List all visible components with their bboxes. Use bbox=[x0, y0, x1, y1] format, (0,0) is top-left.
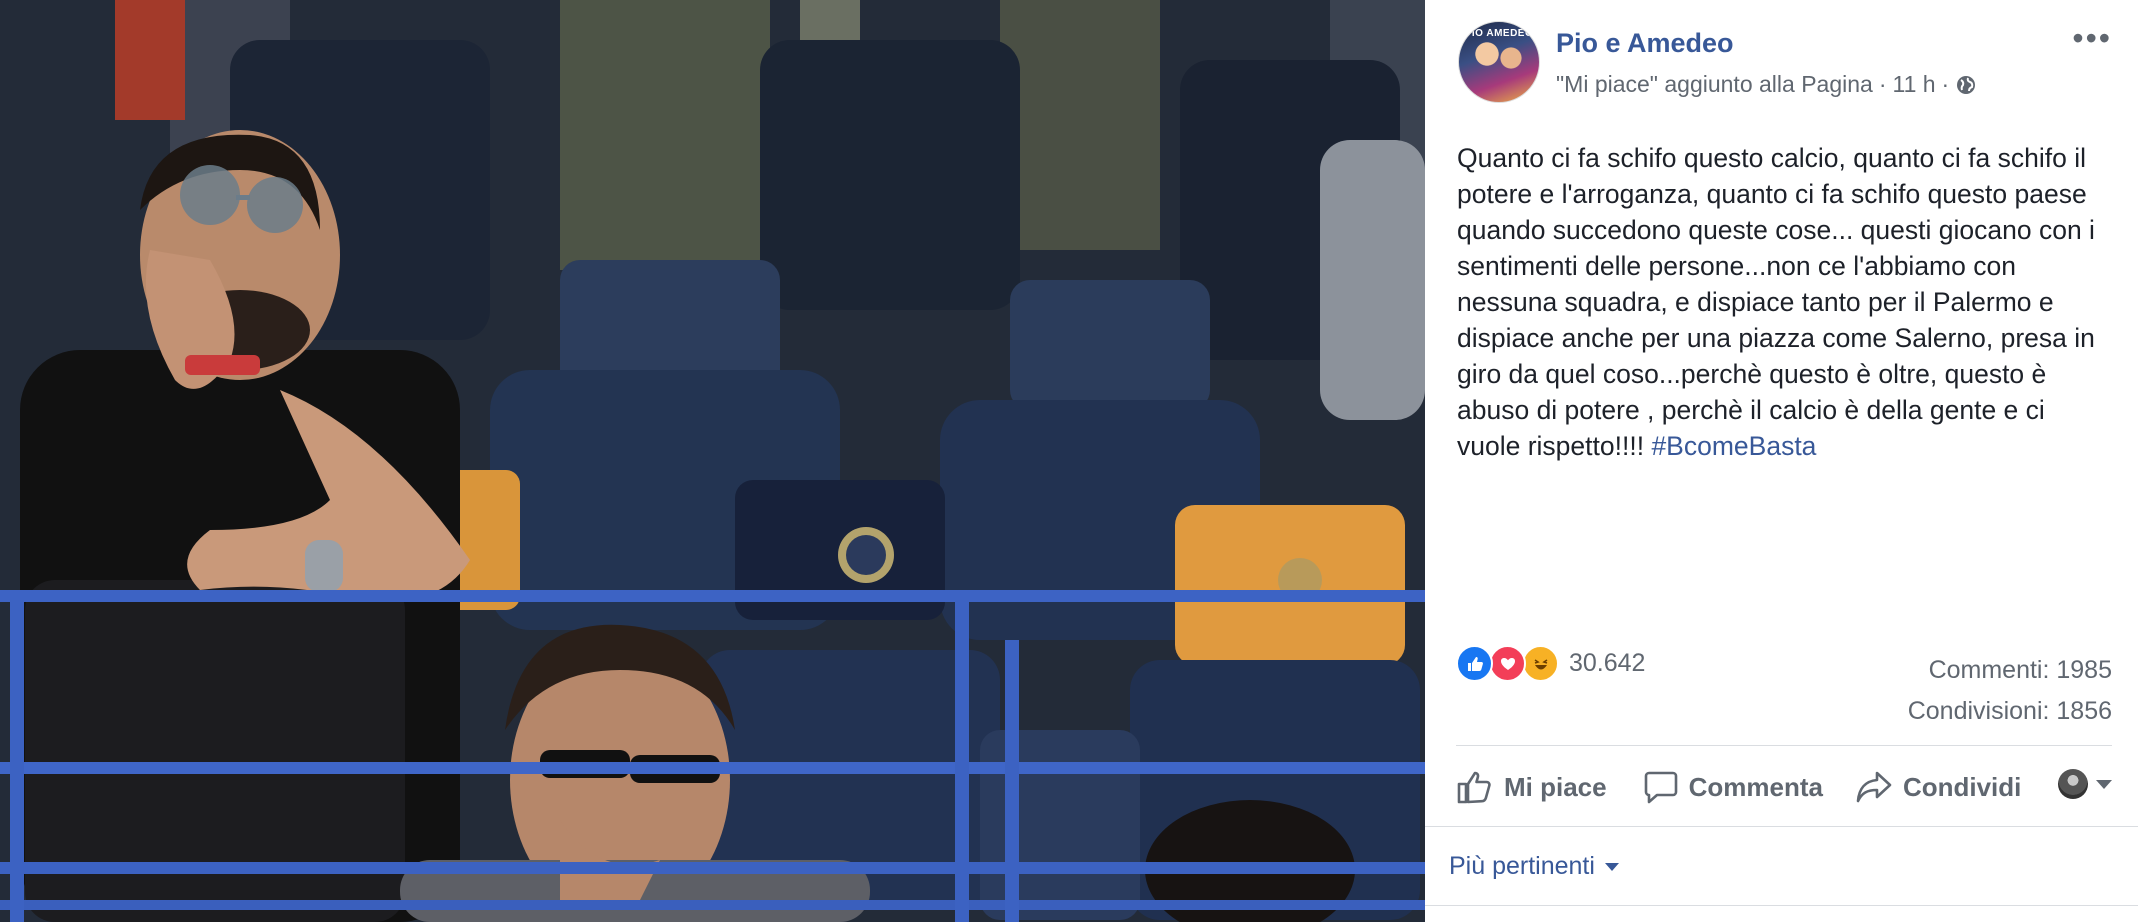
divider bbox=[1456, 745, 2112, 746]
post-message-text: Quanto ci fa schifo questo calcio, quant… bbox=[1457, 143, 2095, 461]
like-button-label: Mi piace bbox=[1504, 771, 1607, 802]
reactions-count: 30.642 bbox=[1569, 649, 1646, 677]
stadium-photo-illustration bbox=[0, 0, 1425, 922]
comments-sort-label: Più pertinenti bbox=[1449, 852, 1595, 880]
chevron-down-icon bbox=[1604, 862, 1619, 871]
action-bar: Mi piace Commenta Condividi bbox=[1456, 765, 2112, 809]
love-reaction-icon bbox=[1489, 645, 1526, 682]
page-avatar[interactable]: PIO AMEDEO bbox=[1458, 21, 1540, 103]
avatar-logo-text: PIO AMEDEO bbox=[1464, 28, 1534, 39]
like-reaction-icon bbox=[1456, 645, 1493, 682]
chevron-down-icon bbox=[2096, 779, 2112, 789]
comment-button-label: Commenta bbox=[1688, 771, 1823, 802]
post-as-selector[interactable] bbox=[2058, 769, 2112, 799]
globe-icon[interactable] bbox=[1955, 74, 1977, 96]
post-stats: Commenti: 1985 Condivisioni: 1856 bbox=[1908, 650, 2112, 732]
post-meta: "Mi piace" aggiunto alla Pagina · 11 h · bbox=[1556, 71, 1977, 98]
divider bbox=[1425, 905, 2138, 906]
divider bbox=[1425, 826, 2138, 827]
shares-count-link[interactable]: Condivisioni: 1856 bbox=[1908, 691, 2112, 732]
hashtag-link[interactable]: #BcomeBasta bbox=[1651, 431, 1816, 461]
reactions-summary[interactable]: 30.642 bbox=[1456, 645, 1645, 682]
user-mini-avatar bbox=[2058, 769, 2088, 799]
share-button-label: Condividi bbox=[1902, 771, 2022, 802]
comments-count-link[interactable]: Commenti: 1985 bbox=[1908, 650, 2112, 691]
comment-icon bbox=[1644, 771, 1677, 804]
post-time[interactable]: 11 h bbox=[1892, 71, 1935, 98]
comments-sort-dropdown[interactable]: Più pertinenti bbox=[1449, 852, 1619, 881]
more-options-icon[interactable]: ••• bbox=[2072, 22, 2112, 54]
post-message: Quanto ci fa schifo questo calcio, quant… bbox=[1457, 140, 2097, 464]
post-photo[interactable] bbox=[0, 0, 1425, 922]
page-name-link[interactable]: Pio e Amedeo bbox=[1556, 28, 1734, 59]
like-button[interactable]: Mi piace bbox=[1456, 769, 1607, 805]
share-icon bbox=[1856, 771, 1892, 803]
thumbs-up-icon bbox=[1457, 771, 1491, 804]
post-panel: PIO AMEDEO Pio e Amedeo "Mi piace" aggiu… bbox=[1425, 0, 2138, 922]
haha-reaction-icon bbox=[1522, 645, 1559, 682]
share-button[interactable]: Condividi bbox=[1855, 769, 2021, 805]
meta-text: "Mi piace" aggiunto alla Pagina bbox=[1556, 71, 1873, 97]
comment-button[interactable]: Commenta bbox=[1643, 769, 1823, 805]
